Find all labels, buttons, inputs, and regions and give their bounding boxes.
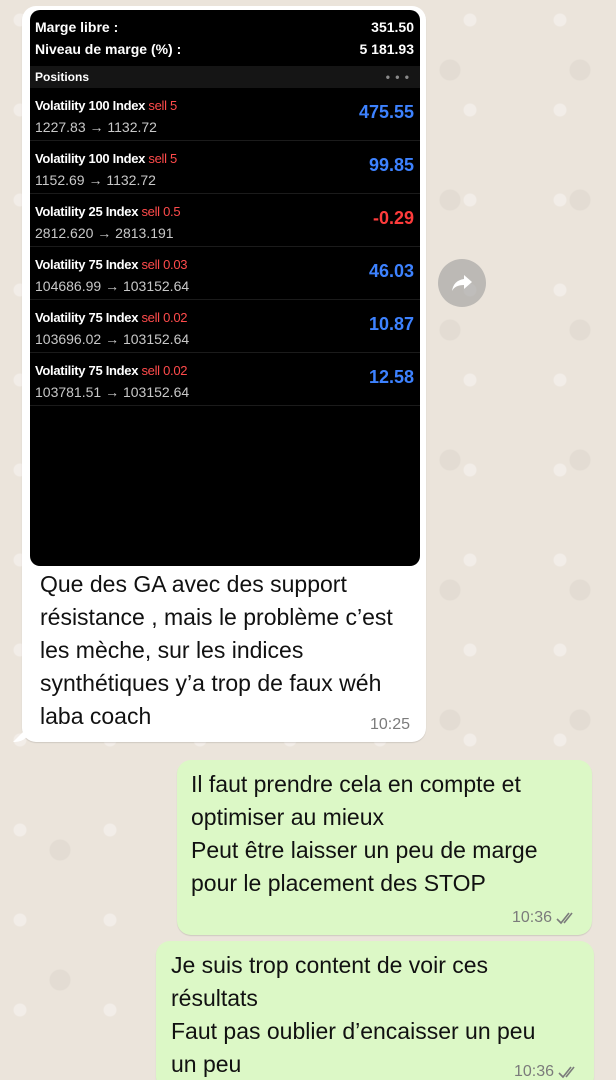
position-prices: 2812.620 → 2813.191 [35,225,174,241]
message-line: Je suis trop content de voir ces [171,952,489,978]
outgoing-message-time: 10:36 [513,1063,554,1080]
forward-button[interactable] [438,259,486,307]
free-margin-value: 351.50 [371,19,414,35]
outgoing-message-text: Je suis trop content de voir ces résulta… [171,949,581,1080]
position-side: sell 0.03 [141,257,188,272]
outgoing-message-time: 10:36 [511,909,552,926]
position-pnl: 475.55 [358,102,414,122]
free-margin-label: Marge libre : [35,19,119,35]
position-row: Volatility 75 Index sell 0.02 103696.02 … [30,300,420,353]
position-symbol: Volatility 75 Index [35,257,139,272]
more-options-icon: • • • [385,70,410,84]
forward-arrow-icon [452,275,472,291]
position-prices: 1227.83 → 1132.72 [35,119,157,135]
message-line: Peut être laisser un peu de marge [191,837,538,863]
position-prices: 103696.02 → 103152.64 [35,331,190,347]
message-line: optimiser au mieux [191,804,385,830]
position-side: sell 0.5 [141,204,181,219]
position-pnl: 12.58 [368,367,414,387]
position-side: sell 5 [148,98,177,113]
position-pnl: 46.03 [368,261,414,281]
margin-level-row: Niveau de marge (%) : 5 181.93 [30,38,420,60]
outgoing-message[interactable]: Je suis trop content de voir ces résulta… [156,941,594,1080]
message-line: résultats [171,985,258,1011]
position-pnl: 10.87 [368,314,414,334]
outgoing-message[interactable]: Il faut prendre cela en compte et optimi… [177,760,592,935]
position-pnl: 99.85 [368,155,414,175]
position-side: sell 5 [148,151,177,166]
position-row: Volatility 75 Index sell 0.03 104686.99 … [30,247,420,300]
positions-label: Positions [35,70,90,84]
free-margin-row: Marge libre : 351.50 [30,16,420,38]
position-row: Volatility 100 Index sell 5 1227.83 → 11… [30,88,420,141]
message-line: pour le placement des STOP [191,870,486,896]
position-row: Volatility 100 Index sell 5 1152.69 → 11… [30,141,420,194]
outgoing-message-meta: 10:36 [512,909,578,927]
double-check-icon [558,1066,575,1079]
position-pnl: -0.29 [372,208,414,228]
outgoing-message-meta: 10:36 [514,1063,580,1080]
position-symbol: Volatility 100 Index [35,98,146,113]
incoming-image-message[interactable]: Marge libre : 351.50 Niveau de marge (%)… [13,6,426,742]
position-symbol: Volatility 75 Index [35,310,139,325]
incoming-message-time: 10:25 [369,716,410,733]
positions-list: Volatility 100 Index sell 5 1227.83 → 11… [30,88,420,406]
trading-screenshot-image[interactable]: Marge libre : 351.50 Niveau de marge (%)… [30,10,420,566]
position-prices: 103781.51 → 103152.64 [35,384,190,400]
double-check-icon [556,912,573,925]
position-row: Volatility 75 Index sell 0.02 103781.51 … [30,353,420,406]
positions-header: Positions • • • [30,66,420,88]
position-side: sell 0.02 [141,310,188,325]
margin-level-label: Niveau de marge (%) : [35,41,182,57]
position-symbol: Volatility 100 Index [35,151,146,166]
position-prices: 1152.69 → 1132.72 [35,172,156,188]
position-symbol: Volatility 75 Index [35,363,139,378]
outgoing-message-text: Il faut prendre cela en compte et optimi… [191,768,581,900]
position-side: sell 0.02 [141,363,188,378]
position-prices: 104686.99 → 103152.64 [35,278,190,294]
position-symbol: Volatility 25 Index [35,204,139,219]
message-line: Faut pas oublier d’encaisser un peu [171,1018,536,1044]
margin-level-value: 5 181.93 [359,41,415,57]
position-row: Volatility 25 Index sell 0.5 2812.620 → … [30,194,420,247]
message-line: Il faut prendre cela en compte et [191,771,521,797]
incoming-message-text: Que des GA avec des support résistance ,… [40,571,393,729]
